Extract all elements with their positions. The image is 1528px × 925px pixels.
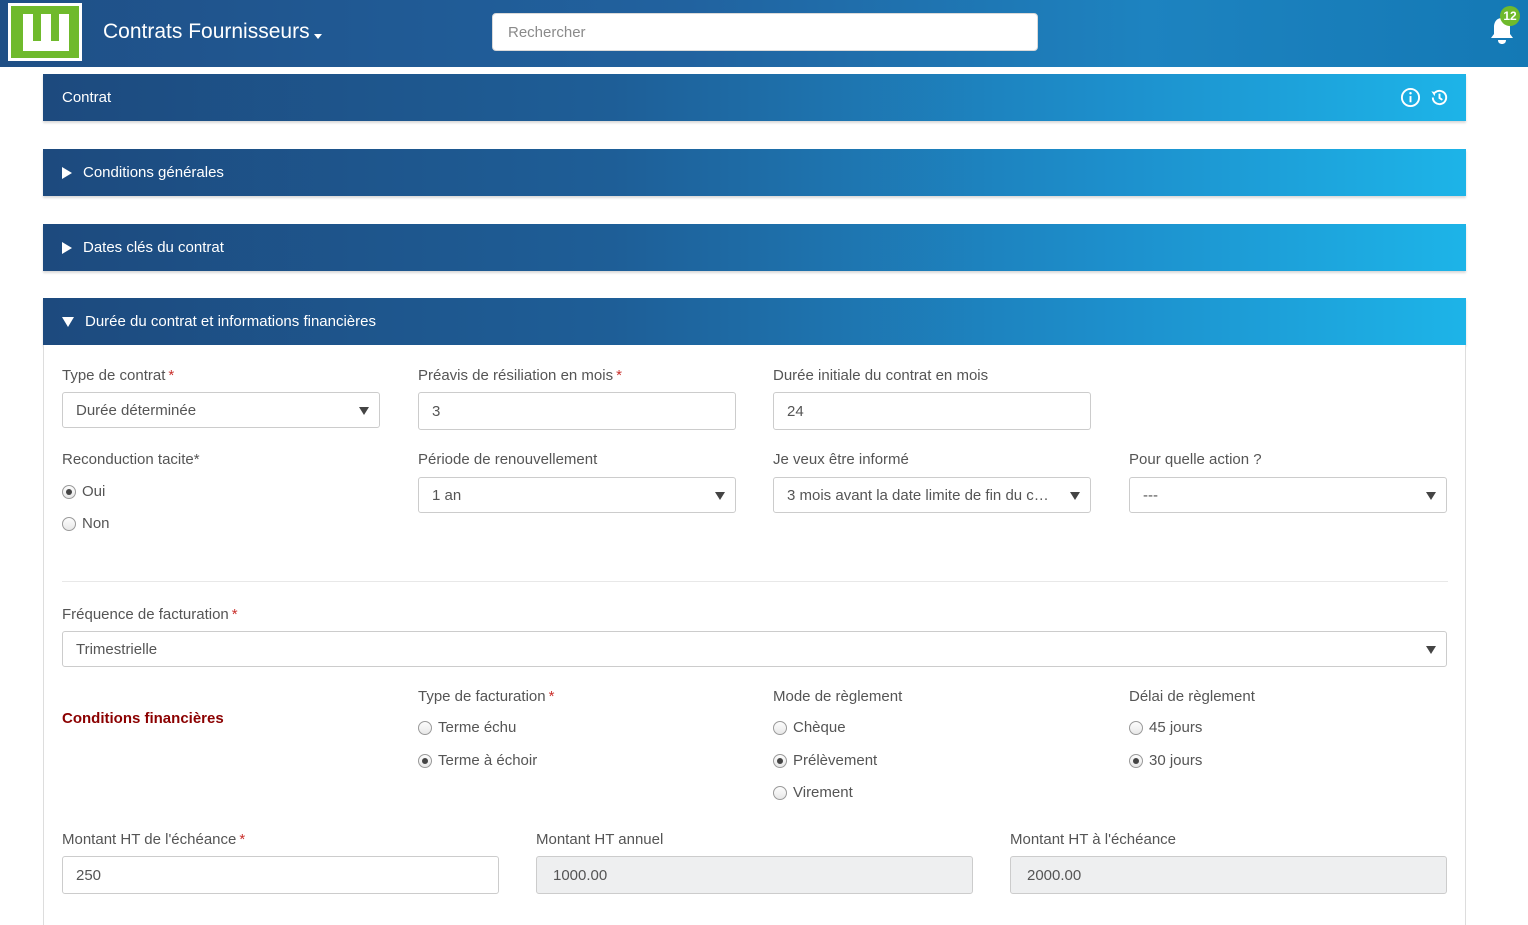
delai-30-radio[interactable]: 30 jours [1129,752,1202,769]
delai-45-radio[interactable]: 45 jours [1129,719,1202,736]
panel-title: Durée du contrat et informations financi… [85,313,376,330]
top-bar: Contrats Fournisseurs 12 [0,0,1528,67]
prelevement-radio[interactable]: Prélèvement [773,752,877,769]
reconduction-oui-radio[interactable]: Oui [62,483,105,500]
logo-w-icon[interactable] [8,3,82,61]
panel-conditions-generales-header[interactable]: Conditions générales [43,149,1466,196]
chevron-down-icon [1426,492,1436,500]
frequence-select[interactable]: Trimestrielle [62,631,1447,667]
action-label: Pour quelle action ? [1129,451,1262,468]
terme-a-echoir-radio[interactable]: Terme à échoir [418,752,537,769]
cheque-radio[interactable]: Chèque [773,719,846,736]
frequence-label: Fréquence de facturation * [62,606,238,623]
caret-down-icon [313,33,322,39]
app-title: Contrats Fournisseurs [103,20,310,43]
terme-echu-radio[interactable]: Terme échu [418,719,516,736]
montant-total-input: 2000.00 [1010,856,1447,894]
panel-title: Contrat [62,89,112,106]
informe-label: Je veux être informé [773,451,909,468]
search-input[interactable] [492,13,1038,51]
app-switcher[interactable]: Contrats Fournisseurs [103,20,322,44]
type-contrat-label: Type de contrat * [62,367,175,384]
informe-select[interactable]: 3 mois avant la date limite de fin du co… [773,477,1091,513]
info-icon[interactable] [1400,87,1421,108]
mode-reglement-label: Mode de règlement [773,688,903,705]
montant-total-label: Montant HT à l'échéance [1010,831,1177,848]
panel-title: Conditions générales [83,164,224,181]
chevron-down-icon [359,407,369,415]
montant-annuel-input: 1000.00 [536,856,973,894]
action-select[interactable]: --- [1129,477,1447,513]
chevron-down-icon [715,492,725,500]
panel-dates-cles-header[interactable]: Dates clés du contrat [43,224,1466,271]
conditions-financieres-title: Conditions financières [62,710,224,727]
panel-title: Dates clés du contrat [83,239,224,256]
type-contrat-select[interactable]: Durée déterminée [62,392,380,428]
history-icon[interactable] [1429,87,1450,108]
collapse-arrow-icon [62,316,74,327]
reconduction-non-radio[interactable]: Non [62,515,110,532]
expand-arrow-icon [62,166,72,179]
divider [62,581,1448,582]
chevron-down-icon [1070,492,1080,500]
periode-label: Période de renouvellement [418,451,598,468]
montant-echeance-label: Montant HT de l'échéance * [62,831,246,848]
duree-initiale-input[interactable]: 24 [773,392,1091,430]
preavis-label: Préavis de résiliation en mois * [418,367,622,384]
montant-echeance-input[interactable]: 250 [62,856,499,894]
periode-select[interactable]: 1 an [418,477,736,513]
chevron-down-icon [1426,646,1436,654]
notification-badge: 12 [1500,6,1520,26]
virement-radio[interactable]: Virement [773,784,853,801]
duree-initiale-label: Durée initiale du contrat en mois [773,367,989,384]
expand-arrow-icon [62,241,72,254]
montant-annuel-label: Montant HT annuel [536,831,664,848]
panel-duree-header[interactable]: Durée du contrat et informations financi… [43,298,1466,345]
preavis-input[interactable]: 3 [418,392,736,430]
type-facturation-label: Type de facturation * [418,688,555,705]
delai-reglement-label: Délai de règlement [1129,688,1255,705]
panel-contrat-header[interactable]: Contrat [43,74,1466,121]
reconduction-label: Reconduction tacite* [62,451,200,468]
